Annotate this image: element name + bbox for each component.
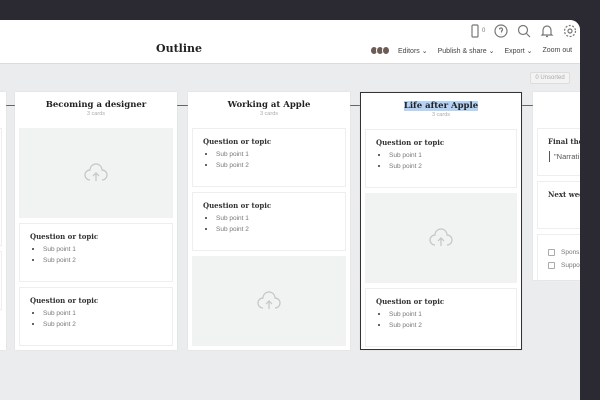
- device-icon[interactable]: 0: [468, 24, 485, 38]
- editor-avatars[interactable]: [370, 46, 388, 55]
- column[interactable]: Working at Apple3 cards Question or topi…: [188, 92, 350, 350]
- cloud-upload-icon: [256, 290, 282, 312]
- export-menu[interactable]: Export ⌄: [504, 47, 532, 55]
- app-window: Outline 0 Editors ⌄ Publish & share ⌄ Ex…: [0, 20, 580, 400]
- image-upload-card[interactable]: [192, 256, 346, 346]
- device-count: 0: [482, 28, 485, 34]
- checkbox-item[interactable]: Spons: [548, 249, 580, 256]
- card[interactable]: Question or topicSub point 1Sub point 2: [19, 223, 173, 282]
- page-title: Outline: [156, 42, 202, 55]
- quote-text: "Narrati: [549, 151, 580, 162]
- search-icon[interactable]: [517, 24, 531, 38]
- column-partial-right[interactable]: Final tho"Narrati Next wee Spons Suppo: [533, 92, 580, 280]
- column[interactable]: Becoming a designer3 cards Question or t…: [15, 92, 177, 350]
- card[interactable]: Question or topicSub point 1Sub point 2: [192, 192, 346, 251]
- checkbox-item[interactable]: Suppo: [548, 262, 580, 269]
- column-partial-left[interactable]: [0, 92, 6, 350]
- gear-icon[interactable]: [563, 24, 577, 38]
- image-upload-card[interactable]: [365, 193, 517, 283]
- card[interactable]: Question or topicSub point 1Sub point 2: [192, 128, 346, 187]
- unsorted-button[interactable]: 0 Unsorted: [530, 72, 570, 84]
- card[interactable]: Question or topicSub point 1Sub point 2: [19, 287, 173, 346]
- card-count: 3 cards: [15, 111, 177, 117]
- cloud-upload-icon: [83, 162, 109, 184]
- card[interactable]: Question or topicSub point 1Sub point 2: [365, 129, 517, 188]
- card[interactable]: Next wee: [537, 181, 580, 229]
- publish-share-menu[interactable]: Publish & share ⌄: [438, 47, 495, 55]
- column-title[interactable]: Working at Apple: [188, 100, 350, 110]
- bell-icon[interactable]: [540, 24, 554, 38]
- header: Outline 0 Editors ⌄ Publish & share ⌄ Ex…: [0, 20, 580, 64]
- zoom-out-button[interactable]: Zoom out: [543, 47, 573, 54]
- help-icon[interactable]: [494, 24, 508, 38]
- column-title[interactable]: Becoming a designer: [15, 100, 177, 110]
- image-upload-card[interactable]: [19, 128, 173, 218]
- card[interactable]: Question or topicSub point 1Sub point 2: [365, 288, 517, 347]
- editors-menu[interactable]: Editors ⌄: [398, 47, 428, 55]
- card-count: 3 cards: [188, 111, 350, 117]
- cloud-upload-icon: [428, 227, 454, 249]
- card[interactable]: Final tho"Narrati: [537, 128, 580, 176]
- checklist-card[interactable]: Spons Suppo: [537, 234, 580, 282]
- card-count: 3 cards: [361, 112, 521, 118]
- column-selected[interactable]: Life after Apple3 cards Question or topi…: [360, 92, 522, 350]
- column-title[interactable]: Life after Apple: [404, 101, 478, 111]
